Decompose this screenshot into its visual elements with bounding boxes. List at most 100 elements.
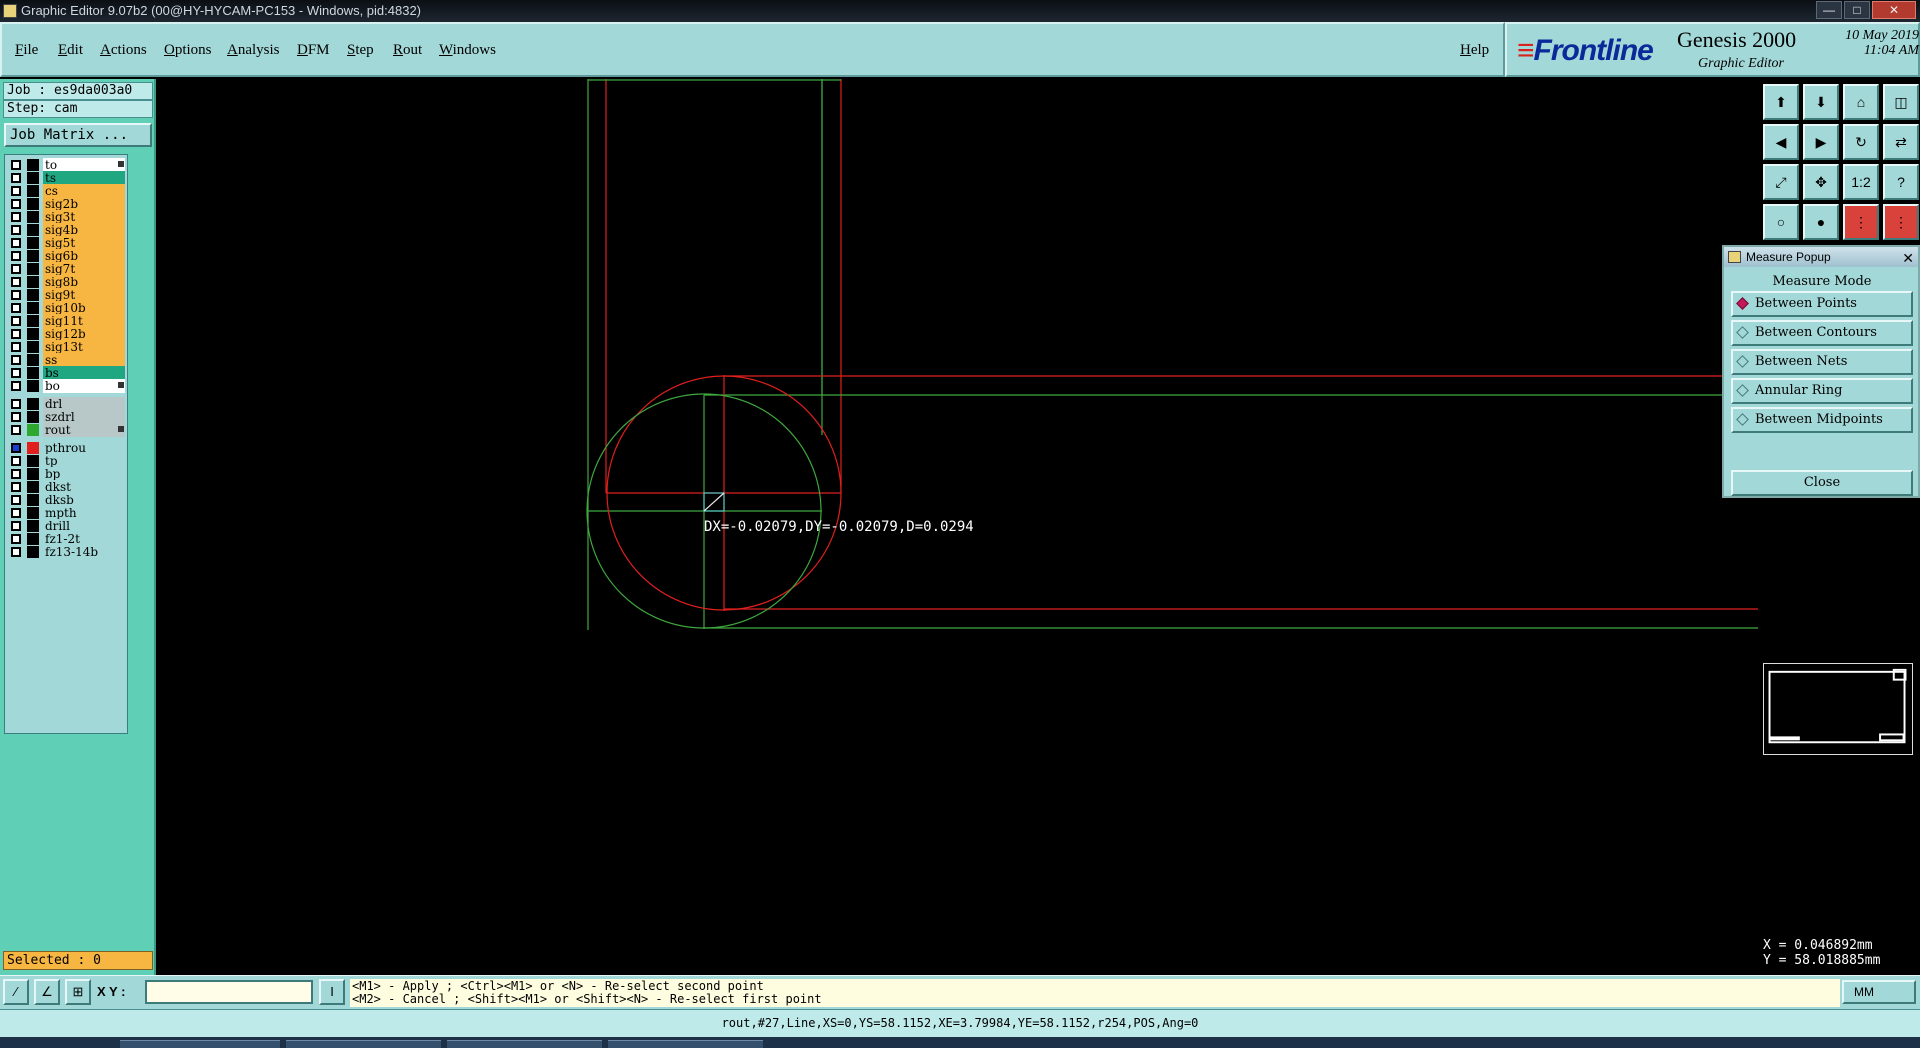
- layer-checkbox[interactable]: [11, 381, 21, 391]
- layer-checkbox[interactable]: [11, 160, 21, 170]
- measure-option-between-contours[interactable]: Between Contours: [1731, 320, 1913, 346]
- layer-name[interactable]: sig10b: [43, 301, 125, 315]
- menu-edit[interactable]: Edit: [58, 42, 83, 59]
- graphic-canvas[interactable]: DX=-0.02079,DY=-0.02079,D=0.0294: [158, 79, 1758, 975]
- layer-down-icon[interactable]: ⬇: [1803, 84, 1839, 120]
- layer-row[interactable]: sig10b: [7, 301, 127, 315]
- layer-row[interactable]: cs: [7, 184, 127, 198]
- layer-checkbox[interactable]: [11, 290, 21, 300]
- move-left-icon[interactable]: ◀: [1763, 124, 1799, 160]
- graphic-red-icon[interactable]: ⋮: [1843, 204, 1879, 240]
- layer-checkbox[interactable]: [11, 186, 21, 196]
- layer-checkbox[interactable]: [11, 521, 21, 531]
- layer-row[interactable]: drill: [7, 519, 127, 533]
- layer-name[interactable]: sig9t: [43, 288, 125, 302]
- home-icon[interactable]: ⌂: [1843, 84, 1879, 120]
- layer-name[interactable]: bp: [43, 467, 125, 481]
- fit-icon[interactable]: ⤢: [1763, 164, 1799, 200]
- taskbar-item[interactable]: [120, 1040, 280, 1048]
- layer-checkbox[interactable]: [11, 316, 21, 326]
- layer-row[interactable]: sig7t: [7, 262, 127, 276]
- layer-checkbox[interactable]: [11, 225, 21, 235]
- layer-row[interactable]: ss: [7, 353, 127, 367]
- layer-name[interactable]: sig4b: [43, 223, 125, 237]
- layer-checkbox[interactable]: [11, 534, 21, 544]
- layer-row[interactable]: sig13t: [7, 340, 127, 354]
- layer-row[interactable]: dksb: [7, 493, 127, 507]
- split-window-icon[interactable]: ◫: [1883, 84, 1919, 120]
- layer-row[interactable]: bp: [7, 467, 127, 481]
- layer-name[interactable]: drl: [43, 397, 125, 411]
- layer-checkbox[interactable]: [11, 508, 21, 518]
- layer-name[interactable]: drill: [43, 519, 125, 533]
- layer-name[interactable]: sig7t: [43, 262, 125, 276]
- layer-name[interactable]: rout: [43, 423, 125, 437]
- maximize-button[interactable]: □: [1844, 1, 1870, 19]
- layer-name[interactable]: sig12b: [43, 327, 125, 341]
- layer-row[interactable]: bo: [7, 379, 127, 393]
- layer-row[interactable]: bs: [7, 366, 127, 380]
- layer-row[interactable]: sig2b: [7, 197, 127, 211]
- layer-checkbox[interactable]: [11, 469, 21, 479]
- layer-checkbox[interactable]: [11, 264, 21, 274]
- layer-row[interactable]: sig3t: [7, 210, 127, 224]
- menu-step[interactable]: Step: [347, 42, 374, 59]
- layer-checkbox[interactable]: [11, 199, 21, 209]
- layer-checkbox[interactable]: [11, 212, 21, 222]
- layer-name[interactable]: dkst: [43, 480, 125, 494]
- layer-checkbox[interactable]: [11, 399, 21, 409]
- layer-row[interactable]: sig4b: [7, 223, 127, 237]
- layer-name[interactable]: dksb: [43, 493, 125, 507]
- popup-title-bar[interactable]: Measure Popup ✕: [1724, 247, 1918, 267]
- layer-checkbox[interactable]: [11, 251, 21, 261]
- layer-row[interactable]: sig12b: [7, 327, 127, 341]
- grid-icon[interactable]: ⊞: [65, 979, 91, 1005]
- overview-map[interactable]: [1763, 663, 1913, 755]
- layer-checkbox[interactable]: [11, 355, 21, 365]
- layer-name[interactable]: sig2b: [43, 197, 125, 211]
- layer-checkbox[interactable]: [11, 456, 21, 466]
- layer-row[interactable]: sig8b: [7, 275, 127, 289]
- layer-name[interactable]: mpth: [43, 506, 125, 520]
- layer-name[interactable]: sig13t: [43, 340, 125, 354]
- layer-name[interactable]: sig3t: [43, 210, 125, 224]
- layer-name[interactable]: bo: [43, 379, 125, 393]
- layer-row[interactable]: dkst: [7, 480, 127, 494]
- popup-close-button[interactable]: Close: [1731, 470, 1913, 496]
- layer-checkbox[interactable]: [11, 412, 21, 422]
- measure-option-between-midpoints[interactable]: Between Midpoints: [1731, 407, 1913, 433]
- layer-row[interactable]: rout: [7, 423, 127, 437]
- layer-checkbox[interactable]: [11, 443, 21, 453]
- info-icon[interactable]: I: [319, 979, 345, 1005]
- zoom-fit-icon[interactable]: ✥: [1803, 164, 1839, 200]
- layer-checkbox[interactable]: [11, 425, 21, 435]
- layer-row[interactable]: drl: [7, 397, 127, 411]
- measure-option-between-points[interactable]: Between Points: [1731, 291, 1913, 317]
- measure-icon[interactable]: ●: [1803, 204, 1839, 240]
- close-window-button[interactable]: ✕: [1872, 1, 1916, 19]
- layer-row[interactable]: pthrou: [7, 441, 127, 455]
- mirror-icon[interactable]: ⇄: [1883, 124, 1919, 160]
- move-right-icon[interactable]: ▶: [1803, 124, 1839, 160]
- ratio-icon[interactable]: 1:2: [1843, 164, 1879, 200]
- layer-checkbox[interactable]: [11, 303, 21, 313]
- rotate-icon[interactable]: ↻: [1843, 124, 1879, 160]
- layer-row[interactable]: ts: [7, 171, 127, 185]
- layer-checkbox[interactable]: [11, 547, 21, 557]
- layer-name[interactable]: ts: [43, 171, 125, 185]
- units-select[interactable]: MM: [1842, 980, 1916, 1004]
- layer-checkbox[interactable]: [11, 368, 21, 378]
- layer-name[interactable]: sig8b: [43, 275, 125, 289]
- snap-icon[interactable]: ○: [1763, 204, 1799, 240]
- menu-actions[interactable]: Actions: [100, 42, 147, 59]
- menu-dfm[interactable]: DFM: [297, 42, 330, 59]
- layer-checkbox[interactable]: [11, 329, 21, 339]
- layer-row[interactable]: szdrl: [7, 410, 127, 424]
- taskbar-item[interactable]: [286, 1040, 441, 1048]
- layer-name[interactable]: tp: [43, 454, 125, 468]
- menu-rout[interactable]: Rout: [393, 42, 422, 59]
- layer-name[interactable]: sig6b: [43, 249, 125, 263]
- layer-name[interactable]: cs: [43, 184, 125, 198]
- draw-line-icon[interactable]: ∕: [3, 979, 29, 1005]
- layer-name[interactable]: sig11t: [43, 314, 125, 328]
